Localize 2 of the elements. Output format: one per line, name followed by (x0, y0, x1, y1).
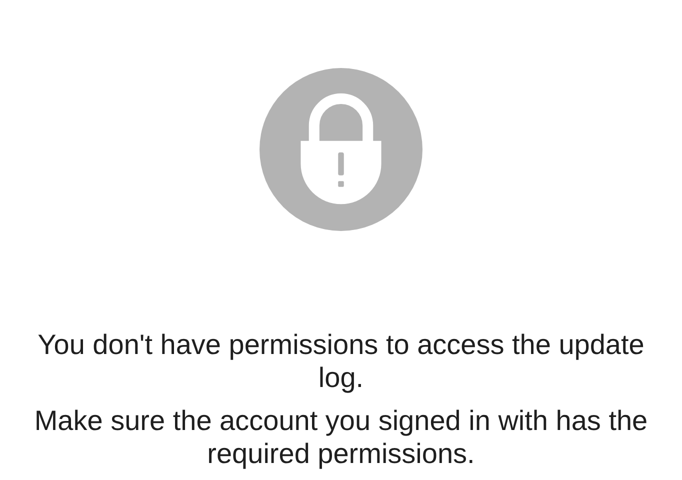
message-text: You don't have permissions to access the update log. (36, 328, 646, 394)
message-text: Make sure the account you signed in with has the required permissions. (33, 404, 649, 470)
